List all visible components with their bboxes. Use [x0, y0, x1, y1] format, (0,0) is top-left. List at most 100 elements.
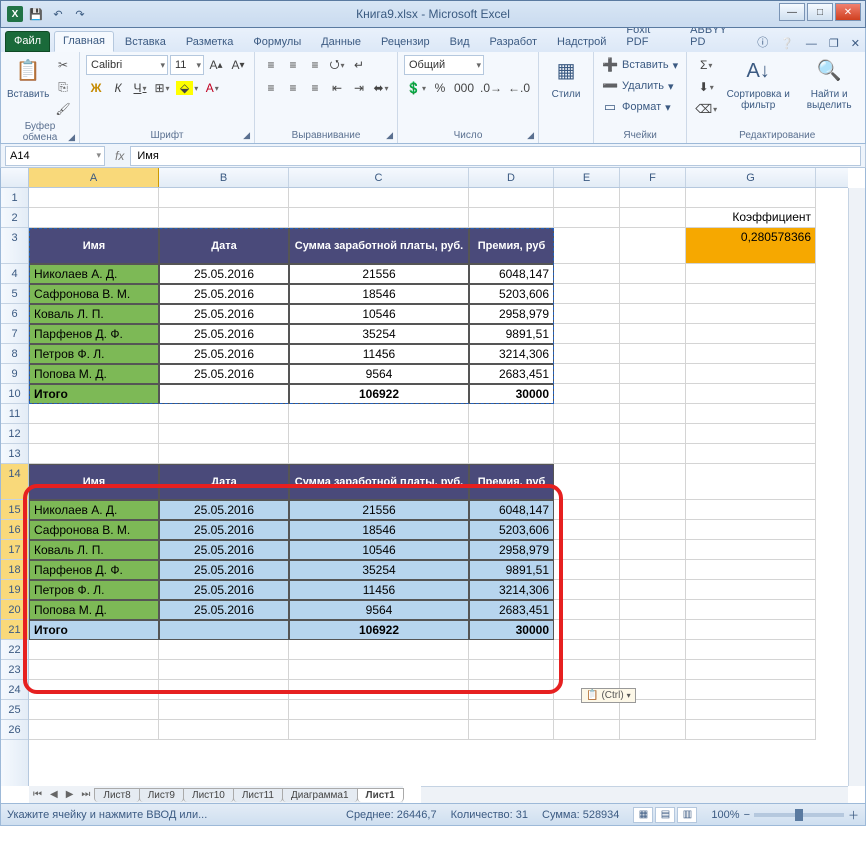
cell[interactable]: Сумма заработной платы, руб. — [289, 464, 469, 500]
cell[interactable]: 2958,979 — [469, 540, 554, 560]
cell[interactable] — [686, 444, 816, 464]
cell[interactable]: Дата — [159, 464, 289, 500]
cell[interactable] — [554, 364, 620, 384]
sheet-tab-Диаграмма1[interactable]: Диаграмма1 — [282, 788, 358, 802]
cell[interactable]: 25.05.2016 — [159, 304, 289, 324]
cell[interactable]: 25.05.2016 — [159, 364, 289, 384]
cell[interactable] — [686, 464, 816, 500]
row-header-17[interactable]: 17 — [1, 540, 28, 560]
column-header-E[interactable]: E — [554, 168, 620, 187]
cell[interactable] — [29, 188, 159, 208]
cell[interactable] — [620, 188, 686, 208]
column-header-A[interactable]: A — [29, 168, 159, 187]
fx-icon[interactable]: fx — [109, 149, 130, 163]
cell[interactable] — [554, 600, 620, 620]
sheet-tab-Лист1[interactable]: Лист1 — [357, 788, 404, 802]
cell[interactable] — [554, 304, 620, 324]
cell[interactable]: 106922 — [289, 620, 469, 640]
cell[interactable]: 35254 — [289, 560, 469, 580]
cell[interactable]: Итого — [29, 620, 159, 640]
cell[interactable]: 9891,51 — [469, 560, 554, 580]
cell[interactable]: Петров Ф. Л. — [29, 344, 159, 364]
align-center-button[interactable]: ≡ — [283, 78, 303, 98]
zoom-control[interactable]: 100% − ＋ — [711, 807, 859, 823]
accounting-button[interactable]: 💲▾ — [404, 78, 428, 98]
cell[interactable] — [289, 188, 469, 208]
fill-button[interactable]: ⬇▾ — [693, 77, 719, 97]
cell[interactable] — [159, 384, 289, 404]
cell[interactable] — [620, 640, 686, 660]
cell[interactable]: Имя — [29, 464, 159, 500]
workbook-close[interactable]: ✕ — [846, 35, 865, 52]
cell[interactable]: Петров Ф. Л. — [29, 580, 159, 600]
zoom-slider[interactable] — [754, 813, 844, 817]
merge-button[interactable]: ⬌▾ — [371, 78, 391, 98]
cell[interactable] — [159, 640, 289, 660]
cell[interactable] — [686, 324, 816, 344]
cell[interactable] — [686, 720, 816, 740]
cell[interactable] — [29, 404, 159, 424]
decrease-indent-button[interactable]: ⇤ — [327, 78, 347, 98]
styles-button[interactable]: ▦Стили — [545, 55, 587, 100]
column-header-C[interactable]: C — [289, 168, 469, 187]
row-header-13[interactable]: 13 — [1, 444, 28, 464]
column-header-G[interactable]: G — [686, 168, 816, 187]
cell[interactable] — [159, 444, 289, 464]
cell[interactable] — [686, 540, 816, 560]
cell[interactable] — [159, 188, 289, 208]
cell[interactable] — [620, 520, 686, 540]
cell[interactable] — [159, 404, 289, 424]
cell[interactable] — [554, 500, 620, 520]
cell[interactable] — [29, 640, 159, 660]
column-header-D[interactable]: D — [469, 168, 554, 187]
cell[interactable]: 2683,451 — [469, 600, 554, 620]
cell[interactable] — [29, 208, 159, 228]
cell[interactable] — [159, 700, 289, 720]
cell[interactable] — [686, 384, 816, 404]
cell[interactable] — [686, 600, 816, 620]
tab-insert[interactable]: Вставка — [116, 32, 175, 52]
delete-cells-button[interactable]: ➖Удалить ▾ — [600, 76, 676, 96]
cell[interactable]: Коэффициент — [686, 208, 816, 228]
view-normal[interactable]: ▦ — [633, 807, 653, 823]
cell[interactable] — [554, 580, 620, 600]
clear-button[interactable]: ⌫▾ — [693, 99, 719, 119]
cell[interactable] — [469, 424, 554, 444]
align-right-button[interactable]: ≡ — [305, 78, 325, 98]
autosum-button[interactable]: Σ▾ — [693, 55, 719, 75]
cut-button[interactable]: ✂ — [53, 55, 73, 75]
cell[interactable] — [554, 520, 620, 540]
paste-button[interactable]: 📋 Вставить — [7, 55, 49, 100]
undo-button[interactable]: ↶ — [49, 5, 67, 23]
copy-button[interactable]: ⎘ — [53, 77, 73, 97]
cell[interactable]: Итого — [29, 384, 159, 404]
cell[interactable] — [620, 600, 686, 620]
cell[interactable]: 10546 — [289, 304, 469, 324]
increase-decimal-button[interactable]: .0→ — [478, 78, 504, 98]
cell[interactable]: 3214,306 — [469, 580, 554, 600]
save-button[interactable]: 💾 — [27, 5, 45, 23]
view-pagebreak[interactable]: ▥ — [677, 807, 697, 823]
cell[interactable] — [620, 444, 686, 464]
cell[interactable]: 6048,147 — [469, 500, 554, 520]
cell[interactable] — [289, 660, 469, 680]
underline-button[interactable]: Ч▾ — [130, 78, 150, 98]
cells-area[interactable]: Коэффициент ИмяДатаСумма заработной платы… — [29, 188, 848, 786]
cell[interactable] — [29, 720, 159, 740]
workbook-minimize[interactable]: — — [801, 36, 822, 52]
cell[interactable] — [620, 464, 686, 500]
ribbon-minimize-icon[interactable]: ⓘ — [752, 32, 773, 52]
shrink-font-button[interactable]: A▾ — [228, 55, 248, 75]
cell[interactable] — [620, 344, 686, 364]
tab-addins[interactable]: Надстрой — [548, 32, 615, 52]
zoom-out-button[interactable]: − — [744, 809, 750, 821]
cell[interactable] — [554, 464, 620, 500]
zoom-in-button[interactable]: ＋ — [848, 807, 859, 823]
cell[interactable] — [620, 660, 686, 680]
cell[interactable] — [554, 344, 620, 364]
cell[interactable] — [554, 540, 620, 560]
row-header-8[interactable]: 8 — [1, 344, 28, 364]
row-header-19[interactable]: 19 — [1, 580, 28, 600]
cell[interactable] — [554, 324, 620, 344]
dialog-launcher-icon[interactable]: ◢ — [386, 130, 393, 141]
